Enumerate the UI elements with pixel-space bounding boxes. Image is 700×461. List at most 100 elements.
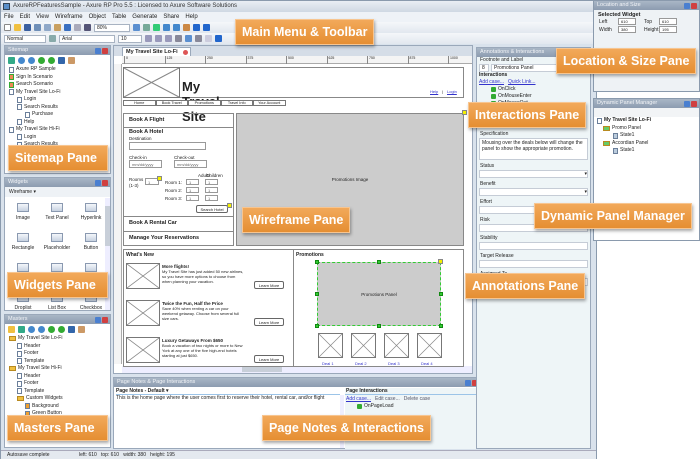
nav-item[interactable]: Home <box>123 100 156 106</box>
page-notes-select[interactable]: Page Notes - Default ▾ <box>116 388 340 395</box>
dpm-panel[interactable]: Promo Panel <box>597 125 699 133</box>
tree-item[interactable]: Footer <box>9 350 110 358</box>
promotions-panel[interactable]: Promotions Panel <box>317 262 441 326</box>
tree-item[interactable]: Login <box>9 96 110 104</box>
learn-more-button[interactable]: Learn More <box>254 355 284 363</box>
annotation-field-input[interactable]: ▾ <box>479 170 588 178</box>
nav-item[interactable]: Promotions <box>188 100 221 106</box>
menu-share[interactable]: Share <box>163 12 179 22</box>
dpm-panel[interactable]: Accordian Panel <box>597 140 699 148</box>
tree-item[interactable]: Search Scenario <box>9 81 110 89</box>
maximize-icon[interactable] <box>95 47 101 54</box>
search-hotel-button[interactable]: Search Hotel <box>196 205 228 213</box>
dpm-state[interactable]: State1 <box>597 132 699 140</box>
bring-front-icon[interactable] <box>163 24 170 31</box>
selection-handle[interactable] <box>439 324 443 328</box>
learn-more-button[interactable]: Learn More <box>254 281 284 289</box>
nav-item[interactable]: Book Travel <box>155 100 188 106</box>
menu-file[interactable]: File <box>4 12 14 22</box>
widget-button[interactable]: Button <box>74 233 108 251</box>
height-input[interactable]: 195 <box>659 26 677 33</box>
underline-icon[interactable] <box>165 35 172 42</box>
widget-hyperlink[interactable]: Hyperlink <box>74 203 108 221</box>
close-icon[interactable] <box>691 100 697 107</box>
tree-item[interactable]: Search Results <box>9 104 110 112</box>
style-edit-icon[interactable] <box>49 35 56 42</box>
tree-item[interactable]: Template <box>9 388 110 396</box>
tree-item[interactable]: Template <box>9 358 110 366</box>
zoom-select[interactable]: 80% <box>94 23 130 32</box>
bold-icon[interactable] <box>145 35 152 42</box>
delete-icon[interactable] <box>68 326 75 333</box>
dpm-state[interactable]: State1 <box>597 147 699 155</box>
italic-icon[interactable] <box>155 35 162 42</box>
open-icon[interactable] <box>14 24 21 31</box>
selection-handle[interactable] <box>315 324 319 328</box>
menu-edit[interactable]: Edit <box>20 12 30 22</box>
annotation-field-input[interactable]: ▾ <box>479 188 588 196</box>
selection-handle[interactable] <box>377 260 381 264</box>
deal-link[interactable]: Deal 1 <box>322 361 334 366</box>
rename-icon[interactable] <box>68 57 75 64</box>
tree-item[interactable]: Background <box>9 403 110 411</box>
outdent-icon[interactable] <box>48 57 55 64</box>
close-tab-icon[interactable] <box>182 50 188 55</box>
page-notes-text[interactable]: This is the home page where the user com… <box>116 395 338 402</box>
tree-item[interactable]: My Travel Site Hi-Fi <box>9 126 110 134</box>
outdent-icon[interactable] <box>58 326 65 333</box>
nav-item[interactable]: Your Account <box>253 100 286 106</box>
left-input[interactable]: 610 <box>618 18 636 25</box>
maximize-icon[interactable] <box>95 316 101 323</box>
event-item[interactable]: OnClick <box>491 86 590 93</box>
selection-handle[interactable] <box>377 324 381 328</box>
tree-item[interactable]: Header <box>9 373 110 381</box>
close-icon[interactable] <box>102 316 108 323</box>
close-icon[interactable] <box>102 179 108 186</box>
edit-case-link[interactable]: Edit case... <box>375 396 400 402</box>
style-select[interactable]: Normal <box>4 34 46 43</box>
maximize-icon[interactable] <box>684 2 690 9</box>
connect-icon[interactable] <box>153 24 160 31</box>
menu-object[interactable]: Object <box>89 12 106 22</box>
widget-text-panel[interactable]: Text Panel <box>40 203 74 221</box>
dpm-page[interactable]: My Travel Site Lo-Fi <box>597 117 699 125</box>
add-page-icon[interactable] <box>8 57 15 64</box>
tree-item[interactable]: Custom Widgets <box>9 395 110 403</box>
undo-icon[interactable] <box>64 24 71 31</box>
add-master-icon[interactable] <box>18 326 25 333</box>
border-icon[interactable] <box>205 35 212 42</box>
room3-children-select[interactable]: 1 <box>205 195 218 201</box>
rename-icon[interactable] <box>78 326 85 333</box>
selection-handle[interactable] <box>439 292 443 296</box>
selection-handle[interactable] <box>315 260 319 264</box>
tree-item[interactable]: Header <box>9 343 110 351</box>
room1-adults-select[interactable]: 1 <box>186 179 199 185</box>
widget-library-select[interactable]: Wireframe ▾ <box>5 187 110 197</box>
room2-children-select[interactable]: 1 <box>205 187 218 193</box>
delete-case-link[interactable]: Delete case <box>404 396 430 402</box>
horizontal-scrollbar[interactable] <box>122 366 472 373</box>
tree-item[interactable]: My Travel Site Lo-Fi <box>9 89 110 97</box>
book-flight-heading[interactable]: Book A Flight <box>129 117 164 123</box>
tree-item[interactable]: Login <box>9 134 110 142</box>
nav-item[interactable]: Travel Info <box>220 100 253 106</box>
menu-generate[interactable]: Generate <box>132 12 157 22</box>
room2-adults-select[interactable]: 1 <box>186 187 199 193</box>
footnote-field[interactable]: 8 <box>479 64 489 72</box>
tree-item[interactable]: Footer <box>9 380 110 388</box>
checkin-input[interactable]: mm/dd/yyyy <box>129 160 162 168</box>
move-down-icon[interactable] <box>38 326 45 333</box>
tab-my-travel-site-lo-fi[interactable]: My Travel Site Lo-Fi <box>122 47 191 56</box>
selection-handle[interactable] <box>315 292 319 296</box>
tree-item[interactable]: My Travel Site Hi-Fi <box>9 365 110 373</box>
paste-icon[interactable] <box>54 24 61 31</box>
menu-table[interactable]: Table <box>112 12 126 22</box>
align-right-icon[interactable] <box>195 35 202 42</box>
tree-item[interactable]: Sign In Scenario <box>9 74 110 82</box>
help-link[interactable]: Help <box>430 89 438 94</box>
menu-help[interactable]: Help <box>185 12 197 22</box>
maximize-icon[interactable] <box>684 100 690 107</box>
tree-item[interactable]: Axure RP Sample <box>9 66 110 74</box>
tree-item[interactable]: My Travel Site Lo-Fi <box>9 335 110 343</box>
align-left-icon[interactable] <box>175 35 182 42</box>
